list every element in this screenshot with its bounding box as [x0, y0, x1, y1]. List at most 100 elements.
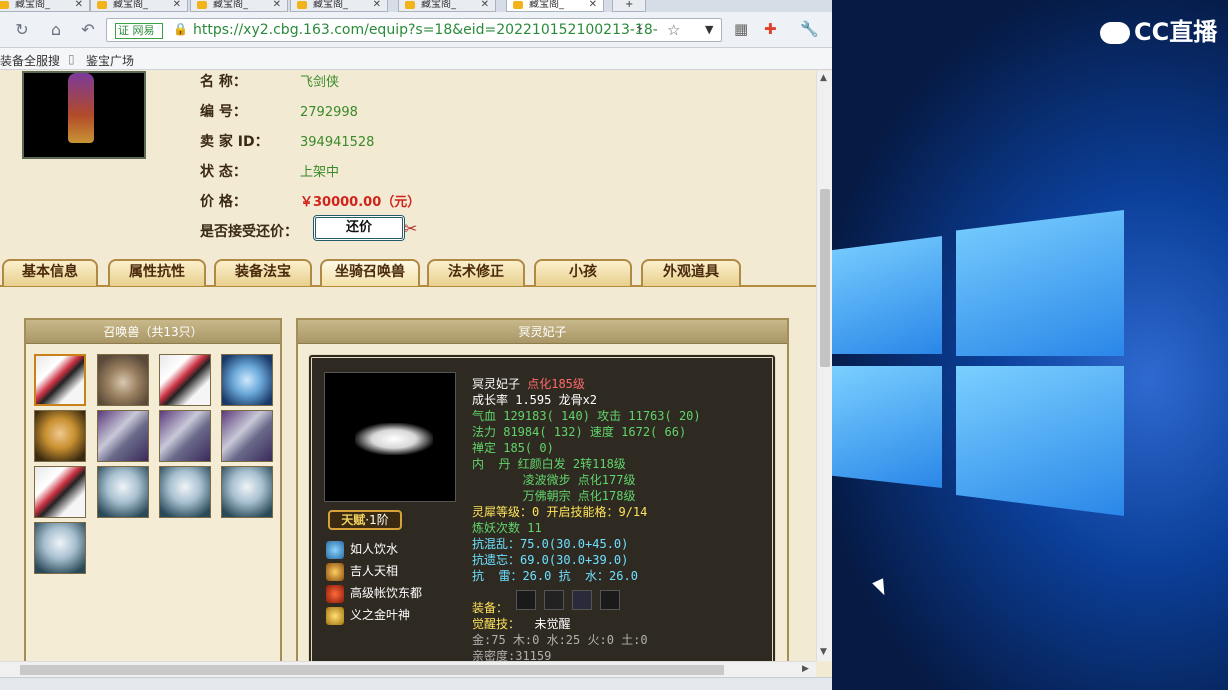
close-icon[interactable]: ✕	[589, 0, 597, 10]
skill-item[interactable]: 吉人天相	[326, 562, 398, 581]
role-field: 状 态： 上架中	[200, 164, 340, 180]
lock-icon: 🔒	[173, 22, 188, 36]
pet-thumb[interactable]	[159, 354, 211, 406]
url-text[interactable]: https://xy2.cbg.163.com/equip?s=18&eid=2…	[193, 22, 658, 38]
tab-children[interactable]: 小孩	[534, 259, 632, 286]
pet-detail-panel: 冥灵妃子 天赋·1阶 如人饮水 吉人天相 高级帐饮东都 义之金叶神 冥灵妃子 点…	[296, 318, 789, 661]
tab-equipment[interactable]: 装备法宝	[214, 259, 312, 286]
grid-icon[interactable]: ▦	[734, 20, 748, 38]
cert-badge[interactable]: 证 网易	[115, 23, 163, 39]
status-bar	[0, 677, 832, 690]
tab-spell-mods[interactable]: 法术修正	[427, 259, 525, 286]
pet-thumb[interactable]	[34, 410, 86, 462]
pet-thumb[interactable]	[34, 354, 86, 406]
cbg-favicon-icon	[513, 1, 523, 9]
pet-thumb[interactable]	[159, 410, 211, 462]
skill-item[interactable]: 义之金叶神	[326, 606, 410, 625]
bookmark-item[interactable]: 鉴宝广场	[86, 52, 134, 69]
close-icon[interactable]: ✕	[373, 0, 381, 10]
tab-bar: 藏宝阁_ ✕ 藏宝阁_ ✕ 藏宝阁_ ✕ 藏宝阁_ ✕ 藏宝阁_ ✕ 藏宝阁_ ✕ +	[0, 0, 832, 12]
haggle-label: 是否接受还价：	[200, 224, 298, 240]
cbg-favicon-icon	[197, 1, 207, 9]
pet-thumb[interactable]	[221, 354, 273, 406]
close-icon[interactable]: ✕	[75, 0, 83, 10]
pet-card: 天赋·1阶 如人饮水 吉人天相 高级帐饮东都 义之金叶神 冥灵妃子 点化185级…	[308, 354, 776, 661]
pet-thumb[interactable]	[159, 466, 211, 518]
browser-tab[interactable]: 藏宝阁_ ✕	[398, 0, 496, 12]
gold-skill-icon	[326, 606, 344, 625]
character-figure	[68, 73, 94, 143]
scroll-up-icon[interactable]: ▲	[820, 73, 827, 83]
scroll-thumb[interactable]	[820, 189, 830, 367]
equip-slot[interactable]	[572, 590, 592, 610]
page-tabs: 基本信息 属性抗性 装备法宝 坐骑召唤兽 法术修正 小孩 外观道具	[0, 259, 816, 287]
water-skill-icon	[326, 540, 344, 559]
role-field: 编 号： 2792998	[200, 104, 358, 120]
scroll-thumb[interactable]	[20, 665, 724, 675]
haggle-button[interactable]: 还价	[313, 215, 405, 241]
pet-image	[324, 372, 456, 502]
cbg-favicon-icon	[97, 1, 107, 9]
tab-appearance[interactable]: 外观道具	[641, 259, 741, 286]
pet-stats: 冥灵妃子 点化185级 成长率 1.595 龙骨x2 气血 129183( 14…	[472, 377, 701, 661]
luck-skill-icon	[326, 562, 344, 581]
pet-thumb[interactable]	[97, 354, 149, 406]
address-bar[interactable]: 证 网易 🔒 https://xy2.cbg.163.com/equip?s=1…	[106, 18, 722, 42]
windows-logo-pane	[956, 210, 1124, 356]
tab-attributes[interactable]: 属性抗性	[108, 259, 206, 286]
haggle-decoration-icon: ✂	[404, 219, 418, 238]
equip-slot[interactable]	[600, 590, 620, 610]
browser-tab[interactable]: 藏宝阁_ ✕	[290, 0, 388, 12]
pet-thumb[interactable]	[34, 466, 86, 518]
pet-thumb[interactable]	[97, 466, 149, 518]
windows-logo-pane	[832, 366, 942, 488]
gamepad-icon[interactable]: ✚	[764, 20, 777, 38]
close-icon[interactable]: ✕	[481, 0, 489, 10]
role-field: 名 称： 飞剑侠	[200, 74, 340, 90]
new-tab-button[interactable]: +	[612, 0, 646, 12]
browser-tab[interactable]: 藏宝阁_ ✕	[190, 0, 288, 12]
cc-live-logo: CC直播	[1100, 12, 1217, 47]
pet-detail-header: 冥灵妃子	[298, 320, 787, 344]
equip-slot[interactable]	[544, 590, 564, 610]
cbg-favicon-icon	[297, 1, 307, 9]
browser-toolbar: ↻ ⌂ ↶ 证 网易 🔒 https://xy2.cbg.163.com/equ…	[0, 12, 832, 48]
cbg-favicon-icon	[405, 1, 415, 9]
browser-tab-active[interactable]: 藏宝阁_ ✕	[506, 0, 604, 12]
back-icon[interactable]: ↶	[78, 20, 98, 40]
tab-basic-info[interactable]: 基本信息	[2, 259, 98, 286]
horizontal-scrollbar[interactable]: ▶	[0, 661, 816, 677]
chevron-down-icon[interactable]: ▼	[705, 23, 713, 36]
pet-list-header: 召唤兽（共13只）	[26, 320, 280, 344]
close-icon[interactable]: ✕	[173, 0, 181, 10]
role-portrait	[22, 71, 146, 159]
browser-tab[interactable]: 藏宝阁_ ✕	[0, 0, 90, 12]
star-icon[interactable]: ☆	[667, 21, 680, 39]
browser-tab[interactable]: 藏宝阁_ ✕	[90, 0, 188, 12]
windows-logo-pane	[956, 366, 1124, 516]
vertical-scrollbar[interactable]: ▲ ▼	[816, 71, 832, 661]
close-icon[interactable]: ✕	[273, 0, 281, 10]
wrench-icon[interactable]: 🔧	[800, 20, 819, 38]
refresh-icon[interactable]: ↻	[12, 20, 32, 40]
home-icon[interactable]: ⌂	[46, 20, 66, 40]
pet-thumb[interactable]	[221, 410, 273, 462]
lightning-icon[interactable]: ⚡	[635, 22, 644, 37]
bookmarks-bar: 装备全服搜 ▯ 鉴宝广场	[0, 48, 832, 70]
page-icon: ▯	[68, 52, 75, 66]
pet-thumb[interactable]	[221, 466, 273, 518]
equip-slot[interactable]	[516, 590, 536, 610]
pet-list-panel: 召唤兽（共13只）	[24, 318, 282, 661]
pet-thumb[interactable]	[34, 522, 86, 574]
browser-window: 藏宝阁_ ✕ 藏宝阁_ ✕ 藏宝阁_ ✕ 藏宝阁_ ✕ 藏宝阁_ ✕ 藏宝阁_ ✕ + ↻ …	[0, 0, 832, 690]
role-field: 价 格： ￥30000.00（元）	[200, 194, 421, 210]
skill-item[interactable]: 高级帐饮东都	[326, 584, 422, 603]
scroll-down-icon[interactable]: ▼	[820, 647, 827, 657]
role-field: 卖 家 ID： 394941528	[200, 134, 375, 150]
skill-item[interactable]: 如人饮水	[326, 540, 398, 559]
tab-mounts-pets[interactable]: 坐骑召唤兽	[320, 259, 420, 286]
bookmark-item[interactable]: 装备全服搜	[0, 52, 60, 69]
pet-thumb[interactable]	[97, 410, 149, 462]
talent-badge[interactable]: 天赋·1阶	[328, 510, 402, 530]
scroll-right-icon[interactable]: ▶	[802, 664, 809, 674]
